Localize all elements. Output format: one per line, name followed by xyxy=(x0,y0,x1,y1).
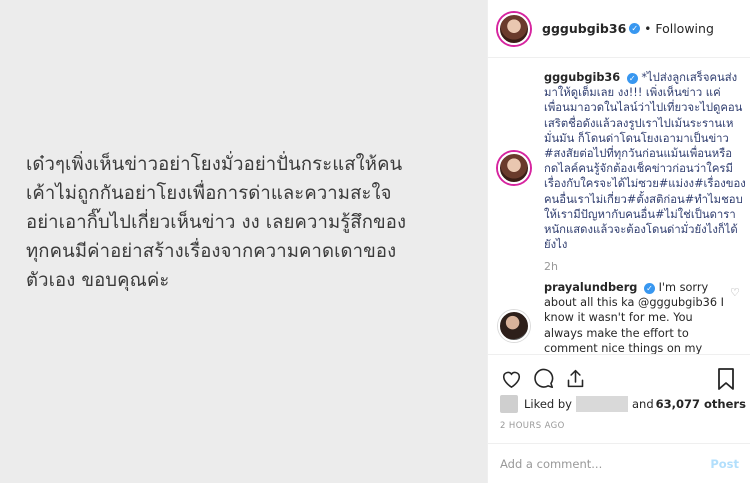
verified-badge-icon: ✓ xyxy=(629,23,641,34)
comment-input[interactable]: Add a comment... xyxy=(500,457,710,471)
image-text-line: อย่าเอากิ๊บไปเกี่ยวเห็นข่าว งง เลยความรู… xyxy=(26,212,407,233)
share-icon[interactable] xyxy=(564,368,586,390)
likes-summary[interactable]: Liked by and 63,077 others xyxy=(500,395,746,413)
image-text-line: ตัวเอง ขอบคุณค่ะ xyxy=(26,270,170,291)
caption-username[interactable]: gggubgib36 xyxy=(544,71,620,84)
verified-badge-icon: ✓ xyxy=(626,72,638,84)
verified-badge-icon: ✓ xyxy=(643,282,655,294)
add-comment-bar: Add a comment... Post xyxy=(488,443,750,483)
header-separator: • xyxy=(644,21,652,36)
header-username[interactable]: gggubgib36 xyxy=(542,21,626,36)
caption-time: 2h xyxy=(544,260,558,274)
post-comment-button[interactable]: Post xyxy=(710,457,739,471)
heart-icon[interactable] xyxy=(500,368,522,390)
likes-and-label: and xyxy=(632,397,654,411)
avatar[interactable] xyxy=(498,12,530,45)
caption-hashtags[interactable]: #สงสัยต่อไปที่ทุกวันก่อนแม้นเพื่อนหรือกด… xyxy=(544,147,746,251)
avatar[interactable] xyxy=(498,310,530,342)
caption-comment: gggubgib36 ✓ *ไปส่งลูกเสร็จคนส่งมาให้ดูเ… xyxy=(498,70,746,273)
post-image[interactable]: เด๋วๆเพิ่งเห็นข่าวอย่าโยงมั่วอย่าปั่นกระ… xyxy=(0,0,487,483)
bookmark-icon[interactable] xyxy=(717,368,739,390)
post-side-panel: gggubgib36 ✓ • Following gggubgib36 ✓ *ไ… xyxy=(487,0,750,483)
comment-body: prayalundberg ✓ I'm sorry about all this… xyxy=(544,280,746,354)
comment-like-heart-icon[interactable]: ♡ xyxy=(730,286,742,299)
image-text-line: เค้าไม่ถูกกันอย่าโยงเพื่อการด่าและความสะ… xyxy=(26,183,392,204)
comment-icon[interactable] xyxy=(532,368,554,390)
comment-item: prayalundberg ✓ I'm sorry about all this… xyxy=(498,280,746,354)
post-image-text: เด๋วๆเพิ่งเห็นข่าวอย่าโยงมั่วอย่าปั่นกระ… xyxy=(26,150,476,295)
liked-by-label: Liked by xyxy=(524,397,572,411)
comment-username[interactable]: prayalundberg xyxy=(544,281,637,294)
following-button[interactable]: Following xyxy=(655,21,714,36)
liker-avatar xyxy=(500,395,518,413)
image-text-line: ทุกคนมีค่าอย่าสร้างเรื่องจากความคาดเดาขอ… xyxy=(26,241,397,262)
likes-count[interactable]: 63,077 others xyxy=(656,397,746,411)
post-timestamp: 2 HOURS AGO xyxy=(500,421,565,431)
post-header: gggubgib36 ✓ • Following xyxy=(488,0,750,58)
image-text-line: เด๋วๆเพิ่งเห็นข่าวอย่าโยงมั่วอย่าปั่นกระ… xyxy=(26,154,403,175)
caption-body: gggubgib36 ✓ *ไปส่งลูกเสร็จคนส่งมาให้ดูเ… xyxy=(544,70,746,252)
liker-username-redacted xyxy=(576,396,628,412)
comments-list[interactable]: gggubgib36 ✓ *ไปส่งลูกเสร็จคนส่งมาให้ดูเ… xyxy=(488,58,750,354)
avatar[interactable] xyxy=(498,152,530,184)
